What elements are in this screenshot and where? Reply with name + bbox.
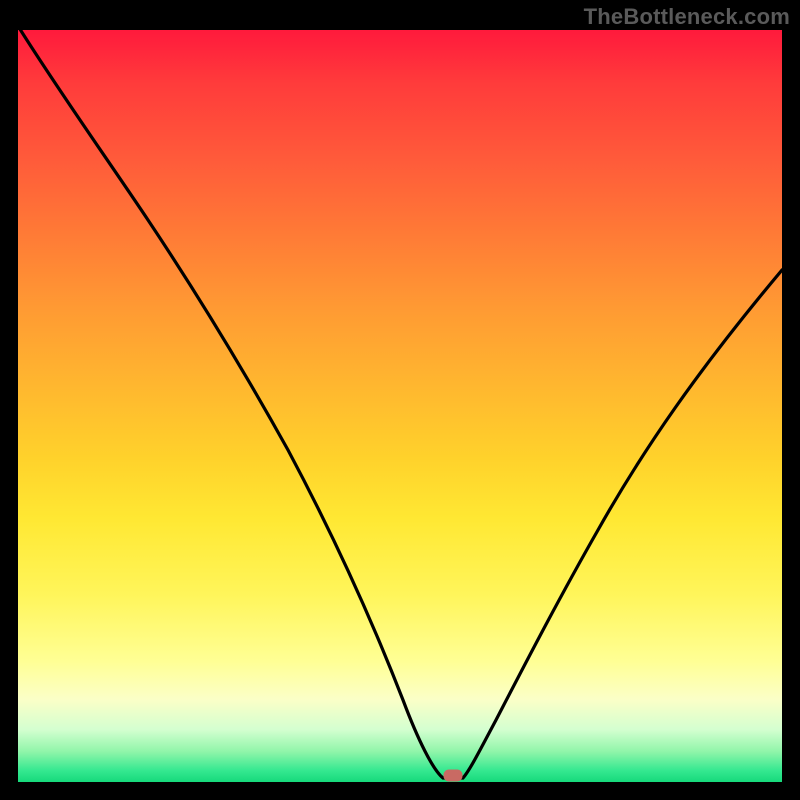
watermark-text: TheBottleneck.com	[584, 4, 790, 30]
plot-area	[18, 30, 782, 782]
bottleneck-curve-path	[18, 30, 782, 778]
chart-wrapper: TheBottleneck.com	[0, 0, 800, 800]
bottleneck-curve-svg	[18, 30, 782, 782]
minimum-marker	[444, 770, 462, 781]
